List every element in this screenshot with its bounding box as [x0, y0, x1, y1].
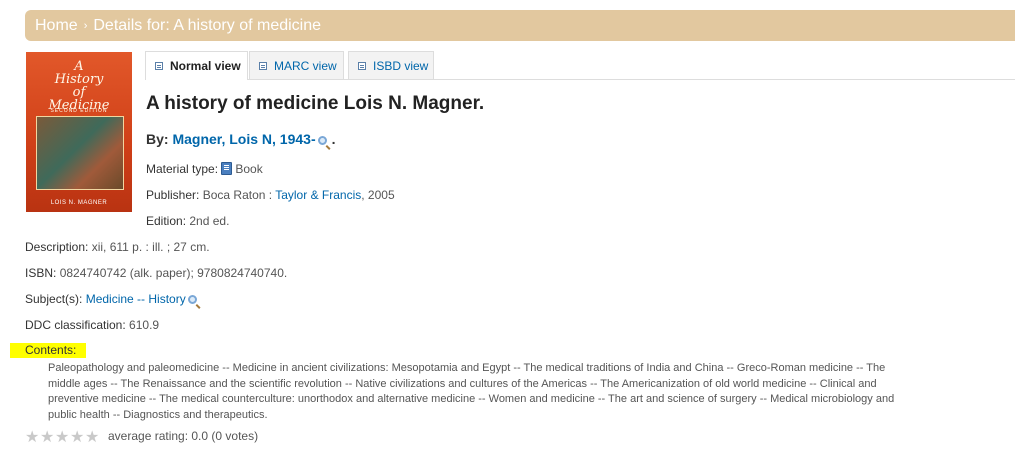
- publisher-link[interactable]: Taylor & Francis: [275, 188, 361, 202]
- book-cover-image[interactable]: A History of Medicine SECOND EDITION LOI…: [26, 52, 132, 212]
- author-line: By: Magner, Lois N, 1943-.: [146, 131, 336, 147]
- tab-label: MARC view: [274, 59, 337, 73]
- breadcrumb-separator: ›: [83, 20, 88, 32]
- star-icon[interactable]: ★: [55, 430, 70, 446]
- publisher-place: Boca Raton :: [202, 188, 273, 202]
- ddc-label: DDC classification:: [25, 318, 126, 332]
- cover-edition: SECOND EDITION: [50, 108, 108, 114]
- document-icon: [155, 62, 163, 70]
- publisher-field: Publisher: Boca Raton : Taylor & Francis…: [146, 188, 395, 202]
- description-label: Description:: [25, 240, 89, 254]
- cover-illustration: [36, 116, 124, 190]
- edition-label: Edition:: [146, 214, 187, 228]
- material-type-label: Material type:: [146, 162, 219, 176]
- edition-field: Edition: 2nd ed.: [146, 214, 229, 228]
- breadcrumb-home-link[interactable]: Home: [35, 17, 78, 34]
- search-icon[interactable]: [317, 136, 327, 145]
- star-icon[interactable]: ★: [25, 430, 40, 446]
- rating-text: average rating: 0.0 (0 votes): [108, 429, 259, 443]
- contents-label: Contents:: [10, 343, 86, 358]
- breadcrumb-current: Details for: A history of medicine: [93, 17, 322, 34]
- isbn-field: ISBN: 0824740742 (alk. paper); 978082474…: [25, 266, 287, 280]
- breadcrumb: Home › Details for: A history of medicine: [25, 10, 1015, 41]
- tab-normal-view[interactable]: Normal view: [145, 51, 248, 80]
- edition-value: 2nd ed.: [189, 214, 230, 228]
- subjects-label: Subject(s):: [25, 292, 83, 306]
- cover-title: A History of Medicine: [48, 59, 110, 113]
- material-type-field: Material type: Book: [146, 162, 263, 176]
- isbn-value: 0824740742 (alk. paper); 9780824740740.: [59, 266, 288, 280]
- tab-label: ISBD view: [373, 59, 429, 73]
- publisher-year: , 2005: [361, 188, 395, 202]
- subject-link[interactable]: Medicine -- History: [86, 292, 186, 306]
- ddc-value: 610.9: [129, 318, 160, 332]
- record-title: A history of medicine Lois N. Magner.: [146, 93, 485, 114]
- description-value: xii, 611 p. : ill. ; 27 cm.: [91, 240, 210, 254]
- card-icon: [358, 62, 366, 70]
- material-type-value: Book: [235, 162, 263, 176]
- by-label: By:: [146, 131, 169, 147]
- star-icon[interactable]: ★: [70, 430, 85, 446]
- tab-marc-view[interactable]: MARC view: [249, 51, 344, 79]
- contents-value: Paleopathology and paleomedicine -- Medi…: [48, 362, 895, 421]
- rating-widget: ★★★★★ average rating: 0.0 (0 votes): [25, 428, 258, 446]
- author-link[interactable]: Magner, Lois N, 1943-: [172, 131, 315, 147]
- tab-isbd-view[interactable]: ISBD view: [348, 51, 434, 79]
- description-field: Description: xii, 611 p. : ill. ; 27 cm.: [25, 240, 210, 254]
- tab-label: Normal view: [170, 59, 241, 73]
- cover-author: LOIS N. MAGNER: [50, 200, 108, 206]
- subjects-field: Subject(s): Medicine -- History: [25, 292, 202, 306]
- book-icon: [221, 162, 233, 175]
- rating-stars[interactable]: ★★★★★: [25, 430, 100, 446]
- isbn-label: ISBN:: [25, 266, 57, 280]
- author-suffix: .: [331, 131, 336, 147]
- list-icon: [259, 62, 267, 70]
- search-icon[interactable]: [187, 295, 197, 304]
- star-icon[interactable]: ★: [85, 430, 100, 446]
- star-icon[interactable]: ★: [40, 430, 55, 446]
- ddc-field: DDC classification: 610.9: [25, 318, 159, 332]
- publisher-label: Publisher:: [146, 188, 200, 202]
